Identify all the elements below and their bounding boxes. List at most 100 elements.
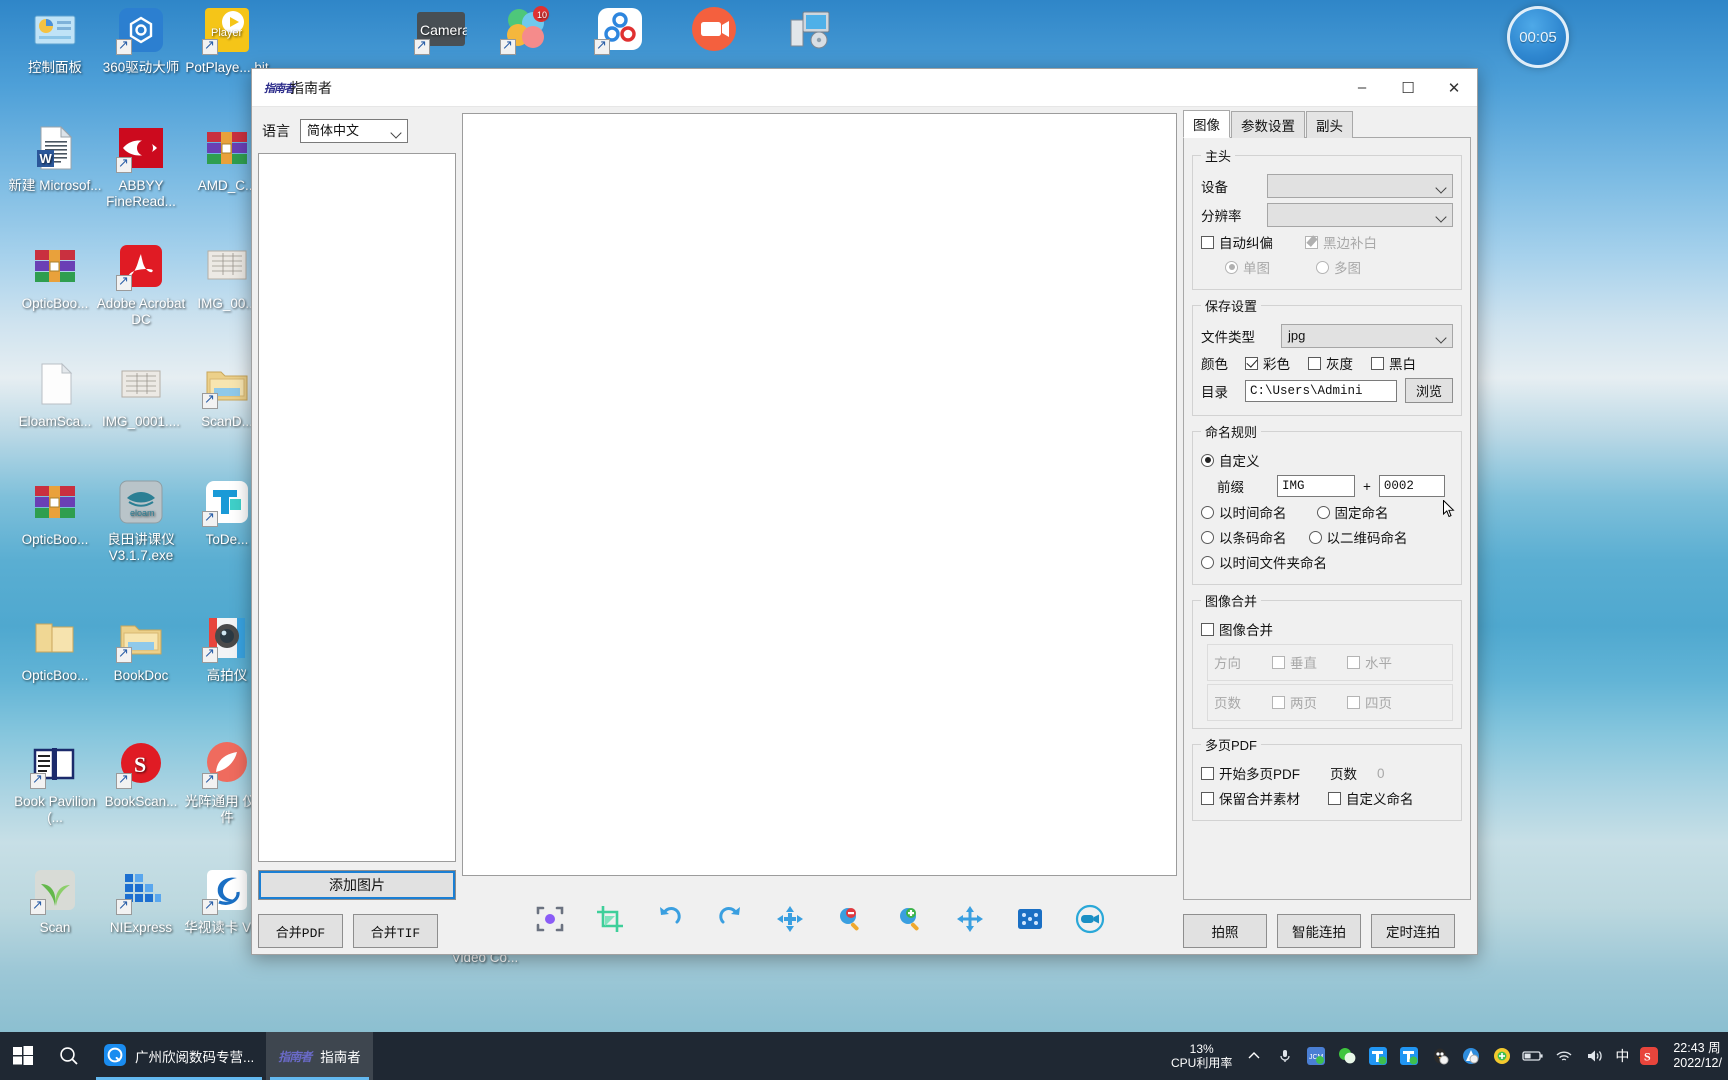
window-controls: – ☐ ✕ — [1339, 69, 1477, 106]
tab-image[interactable]: 图像 — [1183, 110, 1230, 138]
rotate-right-icon[interactable] — [713, 902, 747, 936]
desktop-icon-liangtian-lecture[interactable]: eloam 良田讲课仪 V3.1.7.exe — [92, 478, 190, 563]
window-titlebar[interactable]: 指南者 指南者 – ☐ ✕ — [252, 69, 1477, 107]
desktop-icon-360-driver-master[interactable]: 360驱动大师 — [92, 6, 190, 76]
thumbnail-list[interactable] — [258, 153, 456, 862]
naming-option-label: 以二维码命名 — [1326, 531, 1408, 546]
sogou-input-icon[interactable]: S — [1638, 1045, 1660, 1067]
desktop-icon-camera[interactable]: Camera Camera — [390, 6, 488, 76]
start-multipage-pdf-checkbox[interactable]: 开始多页PDF — [1201, 763, 1300, 783]
filetype-select[interactable]: jpg — [1281, 324, 1453, 348]
desktop-icon-adobe-acrobat-dc[interactable]: Adobe Acrobat DC — [92, 242, 190, 327]
zoom-in-icon[interactable] — [893, 902, 927, 936]
tab-parameters[interactable]: 参数设置 — [1231, 111, 1305, 138]
desktop-icon-niexpress[interactable]: NIExpress — [92, 866, 190, 936]
add-image-button[interactable]: 添加图片 — [258, 870, 456, 900]
desktop-icon-scan[interactable]: Scan — [6, 866, 104, 936]
keep-merge-material-label: 保留合并素材 — [1219, 792, 1300, 807]
video-frame-icon[interactable] — [1013, 902, 1047, 936]
wifi-icon[interactable] — [1553, 1045, 1575, 1067]
pan-move-icon[interactable] — [953, 902, 987, 936]
multipage-pdf-group: 多页PDF 开始多页PDF 页数 0 保留合并素材 自定义命名 — [1192, 735, 1462, 821]
desktop-icon-opticbook-folder[interactable]: OpticBoo... — [6, 614, 104, 684]
naming-option-time[interactable]: 以时间命名 — [1201, 502, 1287, 522]
close-button[interactable]: ✕ — [1431, 69, 1477, 106]
clock[interactable]: 22:43 周 2022/12/ — [1673, 1041, 1722, 1071]
desktop-icon-abbyy-finereader[interactable]: ABBYY FineRead... — [92, 124, 190, 209]
auto-deskew-checkbox[interactable]: 自动纠偏 — [1201, 232, 1273, 252]
device-select[interactable] — [1267, 174, 1453, 198]
merge-tif-button[interactable]: 合并TIF — [353, 914, 438, 948]
autodesk-icon[interactable] — [1460, 1045, 1482, 1067]
naming-option-barcode[interactable]: 以条码命名 — [1201, 527, 1287, 547]
timer-widget[interactable]: 00:05 — [1507, 6, 1569, 68]
start-button[interactable] — [0, 1032, 46, 1080]
clock-date: 2022/12/ — [1673, 1056, 1722, 1070]
volume-icon[interactable] — [1584, 1045, 1606, 1067]
desktop-icon-control-panel[interactable]: 控制面板 — [6, 6, 104, 76]
desktop-icon-potplayer[interactable]: Player PotPlaye... bit — [178, 6, 276, 76]
image-preview-area[interactable] — [462, 113, 1455, 876]
desktop-icon-wps[interactable]: 10 — [476, 6, 574, 60]
color-option-bw[interactable]: 黑白 — [1371, 353, 1416, 373]
todesk-tray-icon-2[interactable] — [1398, 1045, 1420, 1067]
naming-option-time-folder[interactable]: 以时间文件夹命名 — [1201, 552, 1327, 572]
svg-text:S: S — [134, 752, 146, 777]
naming-option-qrcode[interactable]: 以二维码命名 — [1308, 527, 1408, 547]
desktop-icon-video-converter[interactable] — [664, 6, 762, 60]
todesk-tray-icon[interactable] — [1367, 1045, 1389, 1067]
desktop-icon-my-computer[interactable] — [758, 6, 856, 60]
zoom-out-icon[interactable] — [833, 902, 867, 936]
color-option-grayscale[interactable]: 灰度 — [1308, 353, 1353, 373]
desktop-icon-img-0001[interactable]: IMG_0001.... — [92, 360, 190, 430]
counter-input[interactable]: 0002 — [1378, 475, 1445, 497]
color-option-color[interactable]: 彩色 — [1245, 353, 1290, 373]
360-security-icon[interactable] — [1491, 1045, 1513, 1067]
merge-pdf-button[interactable]: 合并PDF — [258, 914, 343, 948]
take-photo-button[interactable]: 拍照 — [1183, 914, 1267, 948]
image-merge-checkbox[interactable]: 图像合并 — [1201, 619, 1273, 639]
xmind-icon[interactable]: JCM — [1305, 1045, 1327, 1067]
wechat-icon[interactable] — [1336, 1045, 1358, 1067]
microphone-icon[interactable] — [1274, 1045, 1296, 1067]
prefix-input[interactable]: IMG — [1277, 475, 1355, 497]
timed-burst-button[interactable]: 定时连拍 — [1371, 914, 1455, 948]
pdf-custom-name-checkbox[interactable]: 自定义命名 — [1328, 788, 1414, 808]
tab-sub-head[interactable]: 副头 — [1306, 111, 1353, 138]
resolution-select[interactable] — [1267, 203, 1453, 227]
browse-button[interactable]: 浏览 — [1404, 378, 1453, 403]
language-select[interactable]: 简体中文 — [300, 119, 408, 143]
maximize-button[interactable]: ☐ — [1385, 69, 1431, 106]
cpu-usage-indicator[interactable]: 13% CPU利用率 — [1171, 1042, 1232, 1070]
smart-burst-button[interactable]: 智能连拍 — [1277, 914, 1361, 948]
taskbar-item-zhinanzhe[interactable]: 指南者 指南者 — [266, 1032, 373, 1080]
desktop-icon-baidu-netdisk[interactable] — [570, 6, 668, 60]
desktop-icon-new-word-doc[interactable]: W 新建 Microsof... — [6, 124, 104, 194]
minimize-button[interactable]: – — [1339, 69, 1385, 106]
keep-merge-material-checkbox[interactable]: 保留合并素材 — [1201, 788, 1300, 808]
directory-input[interactable]: C:\Users\Admini — [1245, 379, 1397, 402]
desktop-icon-opticbook-archive-2[interactable]: OpticBoo... — [6, 478, 104, 548]
desktop-icon-bookscan[interactable]: S BookScan... — [92, 740, 190, 810]
directory-label: 目录 — [1201, 384, 1228, 400]
desktop-icon-opticbook-archive-1[interactable]: OpticBoo... — [6, 242, 104, 312]
taskbar[interactable]: 广州欣阅数码专营... 指南者 指南者 13% CPU利用率 JCM 中 S 2… — [0, 1032, 1728, 1080]
search-icon[interactable] — [46, 1032, 92, 1080]
crop-icon[interactable] — [593, 902, 627, 936]
battery-icon[interactable] — [1522, 1045, 1544, 1067]
desktop-icon-bookdoc-folder[interactable]: BookDoc — [92, 614, 190, 684]
fit-screen-icon[interactable] — [773, 902, 807, 936]
video-record-icon[interactable] — [1073, 902, 1107, 936]
auto-detect-icon[interactable] — [533, 902, 567, 936]
show-hidden-icons-chevron-up-icon[interactable] — [1243, 1045, 1265, 1067]
rotate-left-icon[interactable] — [653, 902, 687, 936]
naming-option-fixed[interactable]: 固定命名 — [1316, 502, 1389, 522]
taskbar-item-qq[interactable]: 广州欣阅数码专营... — [92, 1032, 266, 1080]
ime-indicator[interactable]: 中 — [1615, 1045, 1629, 1067]
desktop-icon-label: BookScan... — [104, 794, 178, 809]
desktop-icon-book-pavilion[interactable]: Book Pavilion (... — [6, 740, 104, 825]
custom-naming-radio[interactable]: 自定义 — [1201, 450, 1260, 470]
zhinanzhe-app-window[interactable]: 指南者 指南者 – ☐ ✕ 语言 简体中文 添加图片 合并PDF 合并TIF 图… — [251, 68, 1478, 955]
desktop-icon-eloamscan-file[interactable]: EloamSca... — [6, 360, 104, 430]
qq-penguin-icon[interactable] — [1429, 1045, 1451, 1067]
